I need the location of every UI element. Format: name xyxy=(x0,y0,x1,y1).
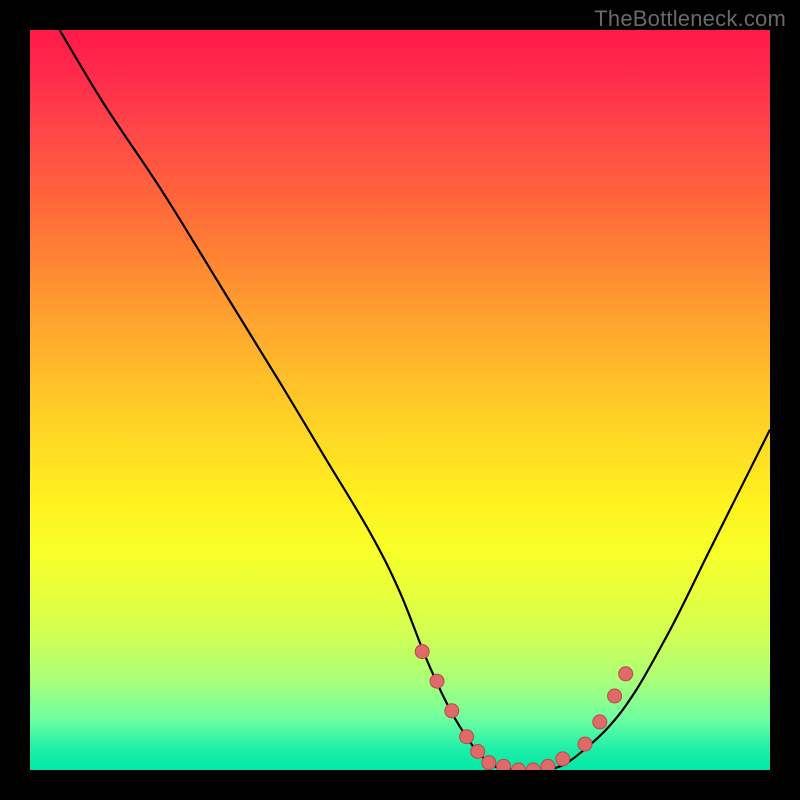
highlight-marker xyxy=(541,759,555,770)
highlight-marker xyxy=(415,645,429,659)
highlight-marker xyxy=(593,715,607,729)
highlight-marker xyxy=(526,763,540,770)
watermark-text: TheBottleneck.com xyxy=(594,6,786,32)
highlight-marker xyxy=(460,730,474,744)
highlight-marker xyxy=(619,667,633,681)
chart-svg xyxy=(30,30,770,770)
highlight-marker xyxy=(497,759,511,770)
highlight-marker xyxy=(471,745,485,759)
highlight-marker xyxy=(445,704,459,718)
highlight-marker xyxy=(556,752,570,766)
bottleneck-curve xyxy=(60,30,770,770)
highlight-marker xyxy=(578,737,592,751)
highlight-marker xyxy=(482,756,496,770)
marker-group xyxy=(415,645,633,770)
highlight-marker xyxy=(430,674,444,688)
plot-area xyxy=(30,30,770,770)
chart-container: TheBottleneck.com xyxy=(0,0,800,800)
highlight-marker xyxy=(511,763,525,770)
highlight-marker xyxy=(608,689,622,703)
